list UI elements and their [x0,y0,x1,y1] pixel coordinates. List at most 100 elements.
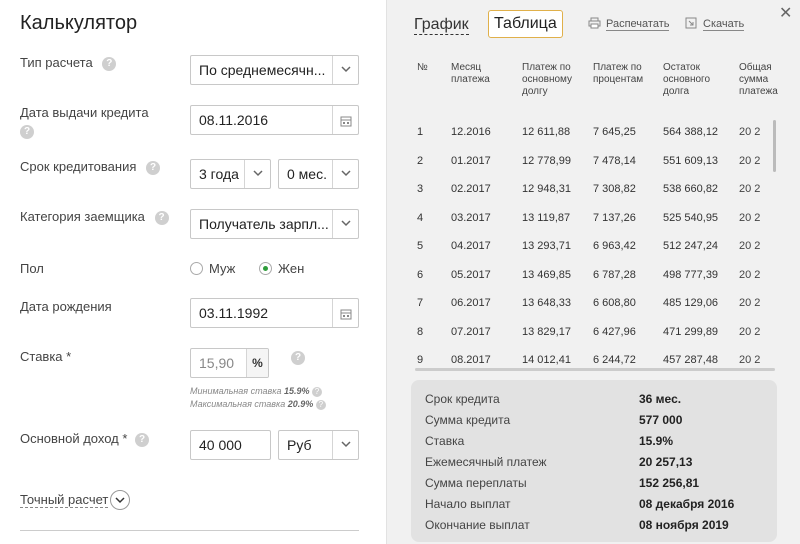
summary-value: 08 ноября 2019 [639,518,729,532]
exact-calc-link[interactable]: Точный расчет [20,492,109,508]
chevron-down-icon[interactable] [332,210,358,238]
summary-label: Ежемесячный платеж [425,455,547,469]
help-icon[interactable]: ? [291,351,305,365]
col-header-number: № [417,62,428,73]
table-cell: 1 [417,126,424,138]
table-cell: 4 [417,211,424,224]
print-link[interactable]: Распечатать [588,17,670,31]
term-months-select[interactable]: 0 мес. [278,159,359,189]
table-cell: 05.2017 [451,268,491,281]
table-cell: 20 2 [739,211,761,224]
table-cell: 07.2017 [451,325,491,338]
table-cell: 13 293,71 [522,240,571,252]
table-cell: 13 119,87 [522,211,571,224]
table-cell: 20 2 [739,183,761,195]
col-header-balance: Остаток основного долга [663,62,711,97]
gender-male-radio[interactable]: Муж [190,261,235,277]
rate-input[interactable]: 15,90 % [190,348,269,378]
chevron-down-icon[interactable] [244,160,270,188]
calendar-icon[interactable] [332,106,358,134]
date-issue-input[interactable]: 08.11.2016 [190,105,359,135]
table-cell: 457 287,48 [663,354,719,366]
table-row: 1 12.2016 12 611,88 7 645,25 564 388,12 20 2 [415,118,777,146]
income-input[interactable]: 40 000 [190,430,271,460]
schedule-table-body: 1 12.2016 12 611,88 7 645,25 564 388,12 20 22… [415,118,777,368]
table-cell: 8 [417,325,424,338]
help-icon[interactable]: ? [146,160,160,175]
table-cell: 20 2 [739,154,761,167]
term-years-select[interactable]: 3 года [190,159,271,189]
help-icon[interactable]: ? [135,432,150,447]
table-cell: 08.2017 [451,354,491,366]
results-panel: График Таблица Распечатать Скачать ✕ № М… [386,0,800,544]
table-cell: 7 645,25 [593,126,636,138]
chevron-down-icon[interactable] [332,56,358,84]
summary-value: 577 000 [639,413,683,427]
calculator-title: Калькулятор [20,12,138,34]
gender-label: Пол [20,261,44,276]
help-icon[interactable]: ? [102,56,117,71]
summary-label: Срок кредита [425,392,500,406]
table-cell: 6 963,42 [593,240,636,252]
calc-type-label: Тип расчета ? [20,55,117,71]
table-cell: 538 660,82 [663,183,719,195]
table-cell: 6 608,80 [593,297,636,309]
table-cell: 20 2 [739,126,761,138]
table-cell: 512 247,24 [663,240,719,252]
table-row: 2 01.2017 12 778,99 7 478,14 551 609,13 20 2 [415,147,777,175]
summary-box: Срок кредита 36 мес. Сумма кредита 577 000 С… [411,380,777,542]
close-icon[interactable]: ✕ [779,3,792,23]
table-cell: 7 308,82 [593,183,636,195]
calc-type-select[interactable]: По среднемесячн... [190,55,359,85]
table-cell: 20 2 [739,354,761,366]
date-issue-label: Дата выдачи кредита ? [20,105,149,139]
min-rate-note: Минимальная ставка 15.9% ? [190,386,323,397]
table-cell: 20 2 [739,297,761,309]
download-link[interactable]: Скачать [685,17,745,31]
table-cell: 20 2 [739,325,761,338]
currency-select[interactable]: Руб [278,430,359,460]
table-cell: 20 2 [739,268,761,281]
table-cell: 12 778,99 [522,154,571,167]
category-label: Категория заемщика ? [20,209,169,225]
table-row: 4 03.2017 13 119,87 7 137,26 525 540,95 20 2 [415,204,777,232]
term-label: Срок кредитования ? [20,159,160,175]
table-cell: 525 540,95 [663,211,719,224]
table-cell: 6 [417,268,424,281]
help-icon[interactable]: ? [154,210,169,225]
table-row: 8 07.2017 13 829,17 6 427,96 471 299,89 20 2 [415,318,777,346]
table-cell: 13 648,33 [522,297,571,309]
help-icon[interactable]: ? [315,399,326,410]
radio-checked-icon [259,262,272,275]
scrollbar-thumb[interactable] [773,120,776,172]
table-cell: 13 469,85 [522,268,571,281]
gender-female-radio[interactable]: Жен [259,261,304,277]
tab-table[interactable]: Таблица [488,10,563,38]
printer-icon [588,17,601,29]
birth-date-input[interactable]: 03.11.1992 [190,298,359,328]
calendar-icon[interactable] [332,299,358,327]
help-icon[interactable]: ? [20,125,34,139]
table-cell: 6 427,96 [593,325,636,338]
table-cell: 7 137,26 [593,211,636,224]
summary-value: 15.9% [639,434,674,448]
summary-label: Начало выплат [425,497,511,511]
table-cell: 12.2016 [451,126,491,138]
table-cell: 564 388,12 [663,126,719,138]
col-header-total: Общая сумма платежа [739,62,778,97]
help-icon[interactable]: ? [312,386,323,397]
expand-chevron-icon[interactable] [110,490,130,510]
horizontal-scrollbar[interactable] [415,368,775,371]
category-select[interactable]: Получатель зарпл... [190,209,359,239]
col-header-month: Месяц платежа [451,62,490,85]
income-label: Основной доход * ? [20,431,150,447]
tab-graph[interactable]: График [414,16,469,35]
chevron-down-icon[interactable] [332,431,358,459]
table-cell: 7 478,14 [593,154,636,167]
chevron-down-icon[interactable] [332,160,358,188]
table-cell: 9 [417,354,424,366]
table-cell: 12 948,31 [522,183,571,195]
summary-value: 36 мес. [639,392,682,406]
table-cell: 471 299,89 [663,325,719,338]
divider [20,530,359,531]
